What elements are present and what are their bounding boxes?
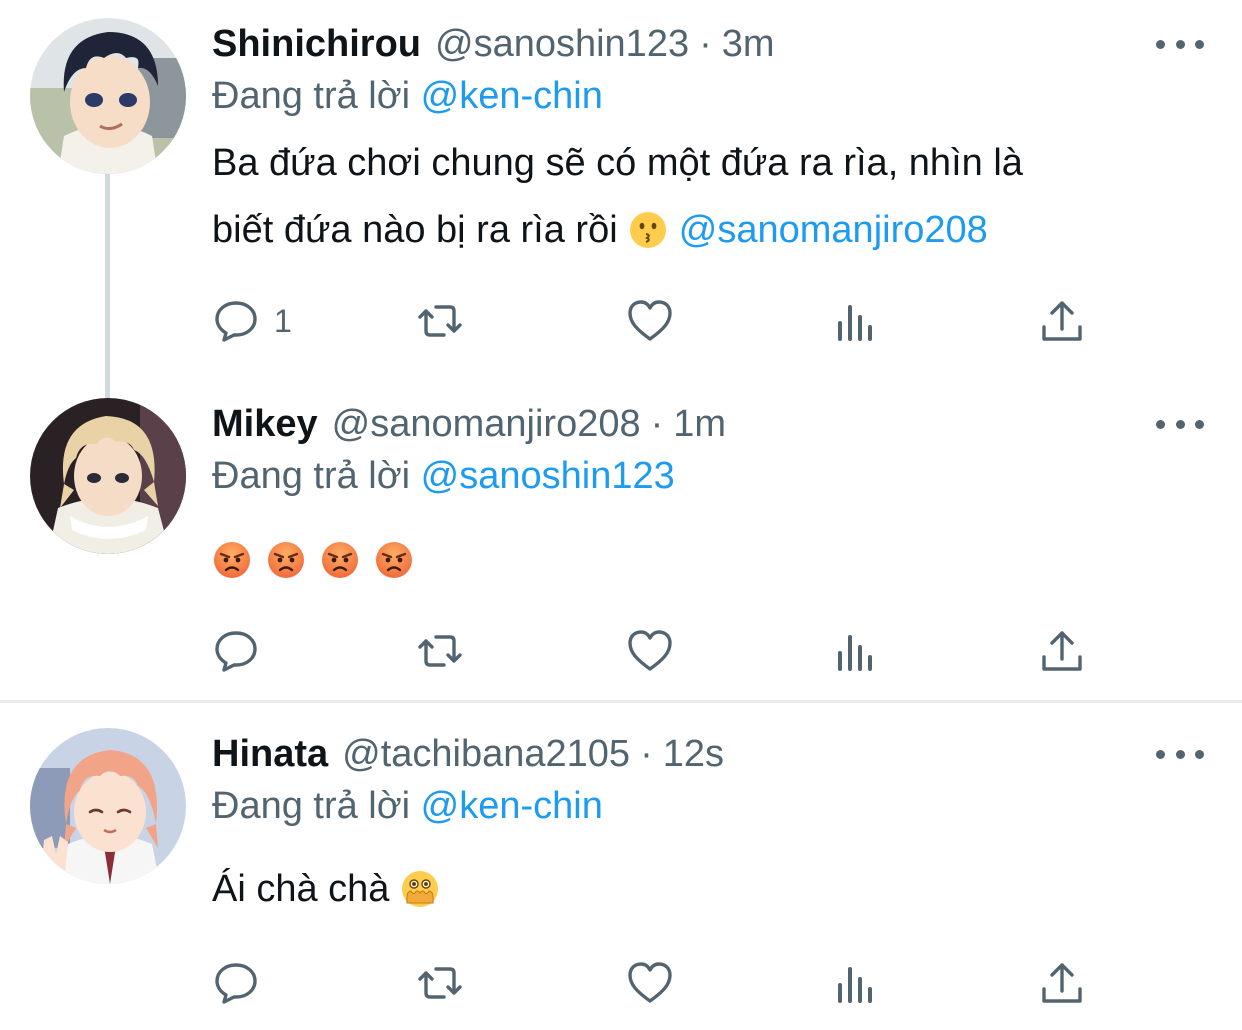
- views-icon: [838, 967, 872, 1003]
- views-button[interactable]: [832, 958, 880, 1008]
- face-with-open-eyes-and-hand-over-mouth-emoji: [400, 869, 440, 909]
- kissing-face-emoji: [628, 210, 668, 250]
- user-handle[interactable]: @sanomanjiro208: [332, 398, 641, 450]
- angry-face-emoji: [212, 540, 252, 580]
- reply-button[interactable]: [212, 958, 260, 1008]
- views-icon: [838, 305, 872, 341]
- retweet-button[interactable]: [416, 958, 464, 1008]
- reply-icon: [215, 631, 257, 672]
- replying-to-label: Đang trả lời: [212, 455, 411, 497]
- retweet-icon: [418, 635, 462, 667]
- reply-button[interactable]: [212, 626, 260, 676]
- tweet-mention-link[interactable]: @sanomanjiro208: [679, 209, 988, 251]
- share-button[interactable]: [1038, 626, 1086, 676]
- more-icon: [1156, 419, 1165, 429]
- views-icon: [838, 635, 872, 671]
- display-name[interactable]: Shinichirou: [212, 18, 421, 70]
- tweet[interactable]: Mikey @sanomanjiro208 · 1m Đang trả lời …: [0, 398, 1242, 688]
- more-options-button[interactable]: [1156, 30, 1204, 58]
- avatar[interactable]: [30, 728, 186, 884]
- retweet-icon: [418, 305, 462, 337]
- reply-icon: [215, 963, 257, 1004]
- like-icon: [628, 962, 672, 1003]
- display-name[interactable]: Mikey: [212, 398, 318, 450]
- share-icon: [1042, 301, 1082, 341]
- avatar[interactable]: [30, 398, 186, 554]
- tweet-text: Ba đứa chơi chung sẽ có một đứa ra rìa, …: [212, 130, 1192, 264]
- views-button[interactable]: [832, 626, 880, 676]
- like-button[interactable]: [626, 958, 674, 1008]
- tweet-actions: [212, 626, 1092, 676]
- share-button[interactable]: [1038, 958, 1086, 1008]
- angry-face-emoji: [374, 540, 414, 580]
- more-options-button[interactable]: [1156, 410, 1204, 438]
- timestamp[interactable]: 12s: [663, 728, 724, 780]
- timestamp[interactable]: 3m: [722, 18, 775, 70]
- reply-icon: [215, 301, 257, 342]
- more-icon: [1156, 39, 1165, 49]
- tweet-text-line: Ba đứa chơi chung sẽ có một đứa ra rìa, …: [212, 142, 1023, 184]
- views-button[interactable]: [832, 296, 880, 346]
- separator-dot: ·: [699, 23, 712, 65]
- separator-dot: ·: [640, 733, 653, 775]
- tweet-text-line: Ái chà chà: [212, 868, 390, 910]
- tweet-text: Ái chà chà: [212, 856, 1192, 923]
- tweet-text: [212, 526, 1192, 593]
- retweet-button[interactable]: [416, 626, 464, 676]
- tweet-actions: [212, 958, 1092, 1008]
- retweet-button[interactable]: [416, 296, 464, 346]
- share-icon: [1042, 963, 1082, 1003]
- like-icon: [628, 630, 672, 671]
- replying-to: Đang trả lời @sanoshin123: [212, 450, 675, 502]
- like-icon: [628, 300, 672, 341]
- replying-to-label: Đang trả lời: [212, 75, 411, 117]
- user-handle[interactable]: @tachibana2105: [342, 728, 630, 780]
- more-icon: [1156, 749, 1165, 759]
- like-button[interactable]: [626, 626, 674, 676]
- share-icon: [1042, 631, 1082, 671]
- display-name[interactable]: Hinata: [212, 728, 328, 780]
- share-button[interactable]: [1038, 296, 1086, 346]
- timestamp[interactable]: 1m: [673, 398, 726, 450]
- replying-to-mention[interactable]: @ken-chin: [421, 75, 603, 117]
- replying-to-label: Đang trả lời: [212, 785, 411, 827]
- tweet-timeline: Shinichirou @sanoshin123 · 3m Đang trả l…: [0, 0, 1242, 1030]
- reply-button[interactable]: 1: [212, 296, 292, 346]
- angry-face-emoji: [320, 540, 360, 580]
- tweet-text-line: biết đứa nào bị ra rìa rồi: [212, 209, 618, 251]
- angry-face-emoji: [266, 540, 306, 580]
- replying-to-mention[interactable]: @sanoshin123: [421, 455, 675, 497]
- replying-to: Đang trả lời @ken-chin: [212, 780, 603, 832]
- replying-to: Đang trả lời @ken-chin: [212, 70, 603, 122]
- separator-dot: ·: [650, 403, 664, 445]
- avatar[interactable]: [30, 18, 186, 174]
- tweet-divider: [0, 700, 1242, 703]
- like-button[interactable]: [626, 296, 674, 346]
- user-handle[interactable]: @sanoshin123: [435, 18, 689, 70]
- retweet-icon: [418, 967, 462, 999]
- tweet-actions: 1: [212, 296, 1092, 346]
- replying-to-mention[interactable]: @ken-chin: [421, 785, 603, 827]
- reply-count: 1: [274, 302, 292, 339]
- more-options-button[interactable]: [1156, 740, 1204, 768]
- tweet[interactable]: Shinichirou @sanoshin123 · 3m Đang trả l…: [0, 18, 1242, 368]
- tweet[interactable]: Hinata @tachibana2105 · 12s Đang trả lời…: [0, 728, 1242, 1018]
